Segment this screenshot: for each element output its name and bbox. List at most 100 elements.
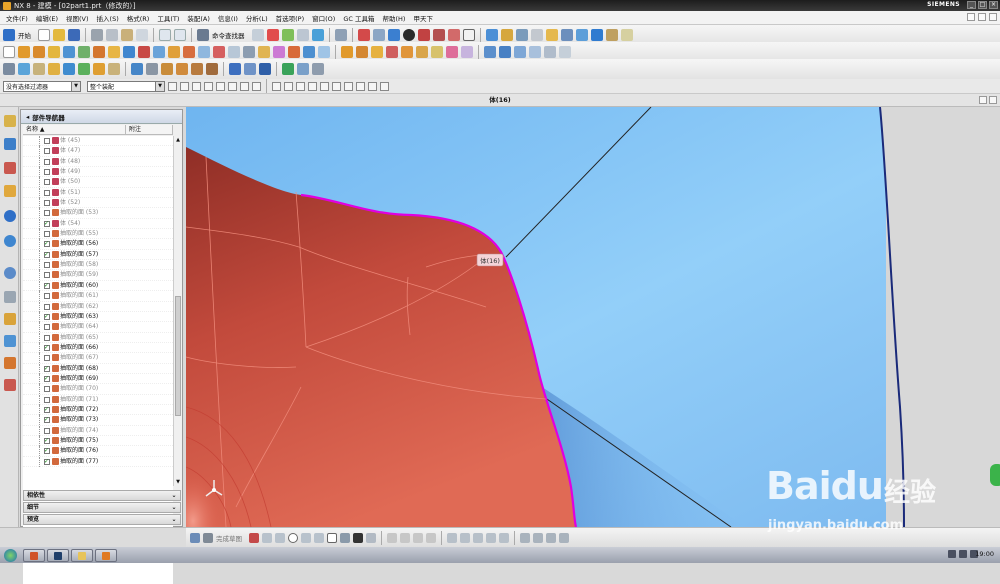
polygon-icon[interactable] [340,532,350,543]
menu-format[interactable]: 格式(R) [123,13,154,23]
menu-analysis[interactable]: 分析(L) [242,13,272,23]
taskbar-app-firefox[interactable] [23,548,45,562]
section-analysis-icon[interactable] [312,63,324,75]
tree-row[interactable]: 抽取的面 (73) [23,415,173,426]
background-icon[interactable] [462,29,475,41]
resize-blend-icon[interactable] [206,63,218,75]
start-menu-icon[interactable] [4,548,17,562]
suppress-icon[interactable] [78,63,90,75]
process-studio-icon[interactable] [4,313,16,325]
visibility-checkbox[interactable] [44,169,50,176]
datum-plane-icon[interactable] [341,46,353,58]
visibility-checkbox[interactable] [44,343,50,353]
command-finder-icon[interactable] [197,29,209,41]
reload-icon[interactable] [590,29,603,41]
menu-view[interactable]: 视图(V) [62,13,93,23]
bounded-plane-icon[interactable] [544,46,556,58]
chevron-down-icon[interactable]: ⌄ [170,491,178,500]
circle-icon[interactable] [288,532,298,543]
edit-object-icon[interactable] [560,29,573,41]
network-icon[interactable] [948,550,956,558]
fillet-icon[interactable] [301,532,311,543]
intersect-curve-icon[interactable] [446,46,458,58]
edge-blend-icon[interactable] [198,46,210,58]
scroll-down-icon[interactable]: ▼ [175,479,181,485]
offset-curve-icon[interactable] [461,46,473,58]
snap-on-curve-icon[interactable] [356,81,365,91]
visibility-checkbox[interactable] [44,396,50,403]
visibility-checkbox[interactable] [44,334,50,341]
visibility-checkbox[interactable] [44,179,50,186]
tree-row[interactable]: 抽取的面 (61) [23,291,173,302]
geometric-constraint-icon[interactable] [460,532,470,543]
n-sided-icon[interactable] [529,46,541,58]
redo-icon[interactable] [174,29,186,41]
assembly-navigator-icon[interactable] [4,115,16,127]
visibility-checkbox[interactable] [44,250,50,260]
reuse-library-icon[interactable] [4,185,16,197]
shaded-icon[interactable] [417,29,430,41]
volume-icon[interactable] [959,550,967,558]
datum-axis-icon[interactable] [356,46,368,58]
chevron-down-icon[interactable]: ▼ [155,81,164,91]
layer-settings-icon[interactable] [530,29,543,41]
tree-row[interactable]: 体 (51) [23,187,173,199]
tree-row[interactable]: 抽取的面 (65) [23,332,173,343]
render-style-icon[interactable] [402,29,415,41]
view-close-button[interactable] [989,96,997,104]
measure-distance-icon[interactable] [229,63,241,75]
visibility-checkbox[interactable] [44,272,50,279]
menu-gc-toolkit[interactable]: GC 工具箱 [339,13,378,23]
panel-details[interactable]: 细节 ⌄ [23,502,181,513]
visibility-checkbox[interactable] [44,386,50,393]
menu-preferences[interactable]: 首选项(P) [272,13,309,23]
doc-close-button[interactable] [989,13,997,21]
trim-body-icon[interactable] [288,46,300,58]
visibility-checkbox[interactable] [44,312,50,322]
taskbar-app-browser[interactable] [95,548,117,562]
doc-minimize-button[interactable] [967,13,975,21]
tree-row[interactable]: 体 (47) [23,146,173,157]
datum-csys-icon[interactable] [371,46,383,58]
note-icon[interactable] [620,29,633,41]
visibility-checkbox[interactable] [44,436,50,446]
tree-row[interactable]: 抽取的面 (67) [23,353,173,364]
menu-info[interactable]: 信息(I) [214,13,242,23]
section-view-icon[interactable] [500,29,513,41]
swept-surface-icon[interactable] [514,46,526,58]
measure-body-icon[interactable] [259,63,271,75]
replace-face-icon[interactable] [176,63,188,75]
doc-restore-button[interactable] [978,13,986,21]
mirror-curve-icon[interactable] [426,532,436,543]
snap-control-icon[interactable] [296,81,305,91]
alternate-solution-icon[interactable] [520,532,530,543]
pointer-select-icon[interactable] [252,81,261,91]
revolve-icon[interactable] [33,46,45,58]
visibility-checkbox[interactable] [44,148,50,155]
tree-row[interactable]: 抽取的面 (72) [23,404,173,416]
check-geometry-icon[interactable] [282,63,294,75]
open-folder-icon[interactable] [53,29,65,41]
pull-face-icon[interactable] [146,63,158,75]
chevron-down-icon[interactable]: ⌄ [170,503,178,512]
offset-region-icon[interactable] [161,63,173,75]
tree-row[interactable]: 抽取的面 (63) [23,311,173,323]
make-corner-icon[interactable] [413,532,423,543]
snap-icon[interactable] [266,29,279,41]
tree-row[interactable]: 抽取的面 (59) [23,270,173,281]
find-icon[interactable] [251,29,264,41]
pattern-icon[interactable] [258,46,270,58]
visibility-checkbox[interactable] [44,281,50,291]
dimension-icon[interactable] [605,29,618,41]
inferred-constraints-icon[interactable] [533,532,543,543]
snap-existing-icon[interactable] [344,81,353,91]
curve-icon[interactable] [401,46,413,58]
type-filter-select[interactable]: 没有选择过滤器 ▼ [3,80,81,92]
part-navigator-icon[interactable] [4,162,16,174]
profile-icon[interactable] [249,532,259,543]
tree-row[interactable]: 体 (52) [23,198,173,209]
maximize-button[interactable]: □ [978,1,987,9]
sync-move-face-icon[interactable] [131,63,143,75]
chevron-down-icon[interactable]: ▼ [71,81,80,91]
point-sketch-icon[interactable] [353,532,363,543]
